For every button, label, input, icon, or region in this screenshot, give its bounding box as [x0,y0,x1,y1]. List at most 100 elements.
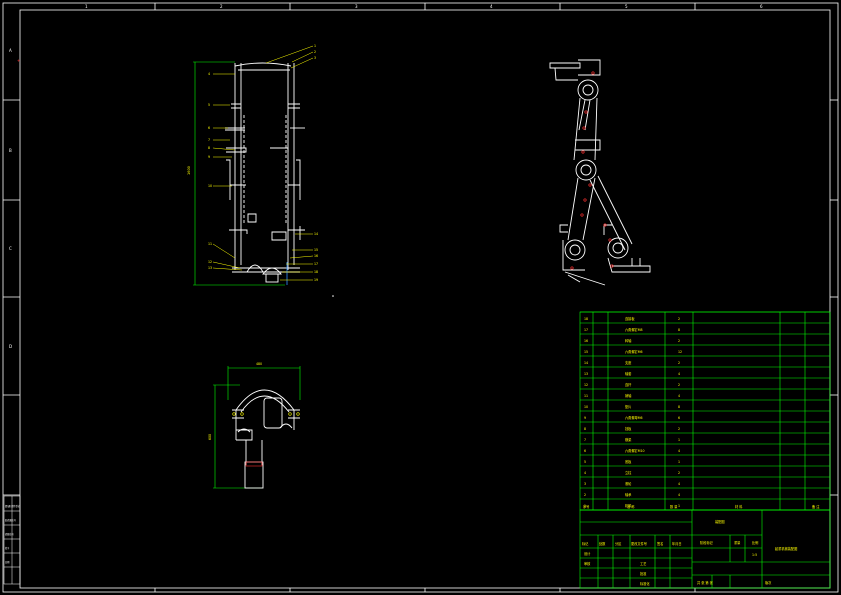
sheets-label: 共 张 第 张 [697,580,714,585]
header-remark: 备 注 [812,504,820,509]
part-balloon: 9 [208,155,210,159]
zone-mark: D [9,344,12,349]
scale-value: 1:5 [752,553,757,557]
row-label: 标记 [582,541,589,546]
red-mark: + [17,58,20,63]
row-qty: 2 [678,471,680,475]
cad-drawing-sheet: 1 2 3 4 5 6 A B C D + 借(通)用件登记 旧底图总号 底图总… [0,0,841,595]
part-balloon: 11 [208,242,212,246]
row-name: 支座 [625,360,632,365]
row-no: 13 [584,372,588,376]
design-label: 设计 [584,551,591,556]
top-width-dimension: 480 [256,362,262,366]
row-name: 挡板 [625,426,632,431]
part-balloon: 12 [208,260,212,264]
part-balloon: 13 [208,266,212,270]
part-balloon: 18 [314,270,318,274]
row-qty: 1 [678,460,680,464]
stage-label: 阶段标记 [700,540,714,545]
header-name: 名 称 [627,504,635,509]
drawing-background [0,0,841,595]
row-qty: 1 [678,438,680,442]
row-label: 处数 [599,541,606,546]
row-qty: 8 [678,328,680,332]
part-balloon: 15 [314,248,318,252]
part-balloon: 2 [314,50,316,54]
left-strip-label: 借(通)用件登记 [5,504,21,508]
row-qty: 2 [678,383,680,387]
process-label: 工艺 [640,561,646,566]
drawing-name: 起重机械装配图 [775,546,797,551]
row-qty: 2 [678,427,680,431]
part-balloon: 5 [208,103,210,107]
row-no: 18 [584,317,588,321]
row-name: 六角螺母M6 [625,415,643,420]
row-qty: 1 [678,504,680,508]
row-name: 连杆 [625,382,632,387]
part-balloon: 17 [314,262,318,266]
header-no: 序号 [583,504,589,509]
row-no: 14 [584,361,588,365]
row-name: 六角螺钉M6 [625,349,643,354]
header-material: 材 料 [735,504,743,509]
row-label: 年月日 [672,541,682,546]
row-no: 10 [584,405,588,409]
row-no: 15 [584,350,588,354]
row-label: 分区 [615,541,622,546]
row-no: 16 [584,339,588,343]
point-mark [332,295,334,297]
row-name: 转轴 [625,338,631,343]
row-name: 连接板 [625,316,635,321]
row-no: 4 [584,471,586,475]
standard-label: 标准化 [640,581,650,586]
row-no: 17 [584,328,588,332]
row-name: 底板 [625,459,632,464]
weight-label: 重量 [734,540,741,545]
approve-label: 批准 [640,571,647,576]
part-balloon: 16 [314,254,318,258]
zone-mark: C [9,246,12,251]
row-label: 更改文件号 [631,541,647,546]
row-qty: 4 [678,372,680,376]
part-balloon: 7 [208,138,210,142]
left-strip-label: 底图总号 [5,532,15,536]
row-qty: 2 [678,361,680,365]
row-qty: 2 [678,339,680,343]
part-balloon: 10 [208,184,212,188]
row-no: 8 [584,427,586,431]
row-name: 滚轮 [625,481,632,486]
row-qty: 4 [678,394,680,398]
left-strip-label: 旧底图总号 [5,518,17,522]
check-label: 审核 [584,561,591,566]
row-no: 6 [584,449,586,453]
row-qty: 6 [678,416,680,420]
scale-label: 比例 [752,540,758,545]
row-qty: 4 [678,449,680,453]
row-name: 轴套 [625,371,632,376]
row-no: 3 [584,482,586,486]
row-no: 12 [584,383,588,387]
row-no: 5 [584,460,586,464]
row-qty: 2 [678,317,680,321]
row-qty: 8 [678,405,680,409]
row-name: 轴承 [625,492,632,497]
front-height-dimension: 1600 [187,166,191,175]
row-qty: 4 [678,493,680,497]
row-qty: 4 [678,482,680,486]
row-no: 7 [584,438,586,442]
part-balloon: 1 [314,44,316,48]
header-qty: 数 量 [670,504,678,509]
part-balloon: 19 [314,278,318,282]
top-height-dimension: 600 [208,434,212,440]
row-no: 9 [584,416,586,420]
row-name: 垫片 [625,404,631,409]
row-label: 签名 [657,541,663,546]
row-name: 六角螺钉M10 [625,448,645,453]
part-balloon: 8 [208,146,210,150]
zone-mark: B [9,148,12,153]
part-balloon: 14 [314,232,318,236]
part-balloon: 3 [314,56,316,60]
part-balloon: 4 [208,72,210,76]
row-qty: 12 [678,350,682,354]
row-no: 11 [584,394,588,398]
